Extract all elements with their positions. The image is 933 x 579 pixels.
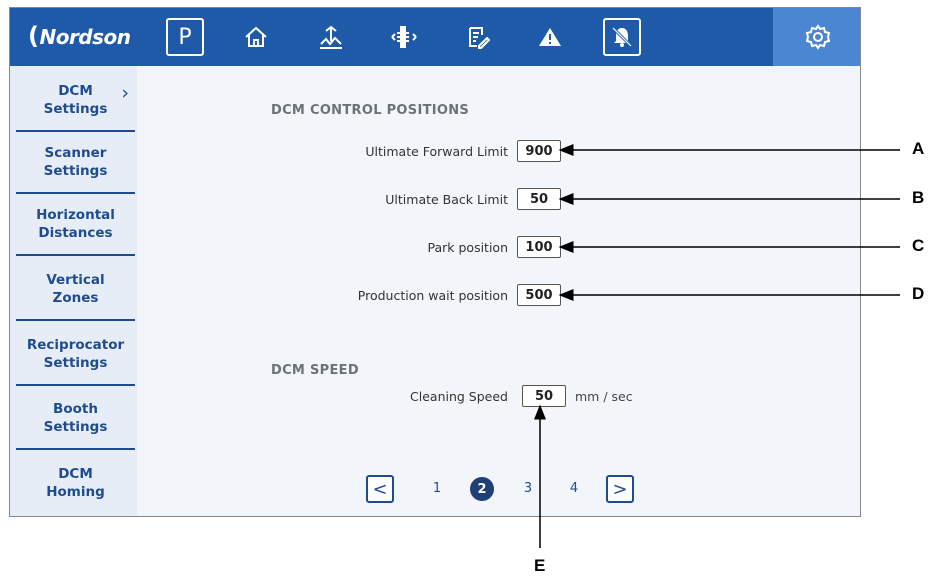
callout-leader-lines [534, 144, 900, 548]
callout-label-e: E [534, 556, 546, 575]
callout-label-d: D [912, 284, 925, 303]
callout-label-a: A [912, 139, 925, 158]
callout-label-c: C [912, 236, 925, 255]
callout-label-b: B [912, 188, 925, 207]
